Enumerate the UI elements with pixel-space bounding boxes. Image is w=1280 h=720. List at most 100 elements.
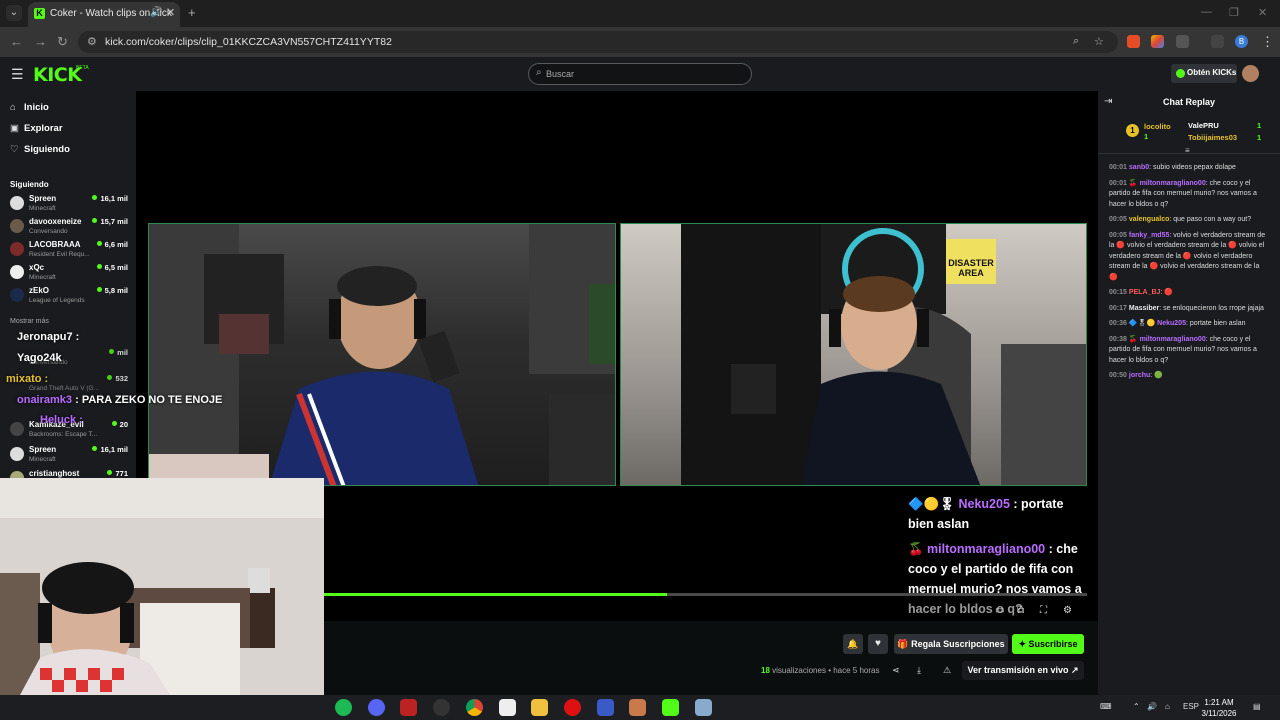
site-info-icon[interactable]: ⚙ — [87, 35, 97, 48]
app-icon[interactable] — [400, 699, 417, 716]
nav-following[interactable]: ♡ Siguiendo — [10, 144, 70, 155]
kicks-coin-icon — [1176, 69, 1185, 78]
settings-gear-icon[interactable]: ⚙ — [1063, 605, 1072, 616]
chat-username[interactable]: Neku205 — [1157, 320, 1186, 327]
get-kicks-button[interactable]: Obtén KICKs — [1171, 64, 1237, 83]
chat-username[interactable]: miltonmaragliano00 — [1140, 180, 1206, 187]
app-icon[interactable] — [629, 699, 646, 716]
fullscreen-icon[interactable]: ⛶ — [1040, 605, 1047, 616]
overlay-chat-text: hacer lo bldos o q? — [908, 602, 1023, 616]
chat-timestamp: 00:01 — [1109, 164, 1127, 171]
volume-icon[interactable]: 🔊 — [1147, 702, 1157, 711]
chat-text: : 🔴 — [1160, 289, 1174, 296]
channel-viewers: 6,5 mil — [97, 263, 128, 272]
chat-timestamp: 00:15 — [1109, 289, 1127, 296]
minimize-icon[interactable]: — — [1201, 6, 1212, 18]
followed-channel[interactable]: zEkO League of Legends 5,8 mil — [10, 286, 132, 308]
follow-heart-button[interactable]: ♥ — [868, 634, 888, 654]
close-tab-icon[interactable]: ✕ — [166, 6, 175, 19]
search-input[interactable]: ⌕ Buscar — [528, 63, 752, 85]
back-icon[interactable]: ← — [10, 34, 23, 49]
bookmark-star-icon[interactable]: ☆ — [1094, 35, 1104, 48]
extension-icon[interactable] — [1127, 35, 1140, 48]
gifter-name[interactable]: ValePRU — [1188, 121, 1219, 130]
get-kicks-label: Obtén KICKs — [1187, 68, 1237, 77]
keyboard-icon[interactable]: ⌨ — [1100, 702, 1112, 711]
chrome-icon[interactable] — [466, 699, 483, 716]
close-window-icon[interactable]: ✕ — [1258, 6, 1267, 19]
obs-icon[interactable] — [433, 699, 450, 716]
tab-search-icon[interactable]: ⌄ — [6, 5, 22, 21]
puzzle-icon[interactable] — [1176, 35, 1189, 48]
subscribe-button[interactable]: ✦ Suscribirse — [1012, 634, 1084, 654]
share-icon[interactable]: ⋖ — [892, 665, 900, 676]
system-clock[interactable]: 1:21 AM 3/11/2026 — [1197, 697, 1241, 719]
download-icon[interactable]: ⤓ — [917, 665, 921, 676]
speaker-icon[interactable]: 🔊 — [150, 7, 162, 18]
file-explorer-icon[interactable] — [531, 699, 548, 716]
gifter-name[interactable]: locolito — [1144, 122, 1171, 131]
nav-home[interactable]: ⌂ Inicio — [10, 102, 49, 113]
reading-list-icon[interactable] — [1211, 35, 1224, 48]
theater-mode-icon[interactable]: ▭ — [995, 605, 1004, 616]
chat-username[interactable]: miltonmaragliano00 — [1140, 336, 1206, 343]
hamburger-menu-icon[interactable]: ☰ — [11, 66, 24, 83]
app-icon[interactable] — [695, 699, 712, 716]
gift-subs-button[interactable]: 🎁 Regala Suscripciones — [894, 634, 1008, 654]
overlay-chat-user: Heluck : — [40, 414, 83, 426]
followed-channel[interactable]: davooxeneize Conversando 15,7 mil — [10, 217, 132, 239]
chat-username[interactable]: Massiber — [1129, 305, 1159, 312]
overlay-chat-user: miltonmaragliano00 — [927, 542, 1046, 556]
zoom-icon[interactable]: ⌕ — [1073, 35, 1079, 48]
clip-stats: 18 visualizaciones • hace 5 horas — [761, 666, 879, 675]
gifter-name[interactable]: Tobiijaimes03 — [1188, 133, 1237, 142]
url-text[interactable]: kick.com/coker/clips/clip_01KKCZCA3VN557… — [105, 36, 392, 48]
windows-taskbar: ⌨ ⌃ 🔊 ⌂ ESP 1:21 AM 3/11/2026 ▤ — [0, 695, 1280, 720]
discord-icon[interactable] — [368, 699, 385, 716]
chat-message: 00:15 PELA_BJ: 🔴 — [1109, 288, 1269, 299]
forward-icon[interactable]: → — [34, 34, 47, 49]
streamer-left-scene — [149, 224, 615, 485]
channel-viewers: 15,7 mil — [92, 217, 128, 226]
watch-live-button[interactable]: Ver transmisión en vivo ↗ — [962, 661, 1084, 680]
chat-username[interactable]: valengualco — [1129, 216, 1169, 223]
chat-username[interactable]: jorchu — [1129, 372, 1150, 379]
followed-channel[interactable]: Spreen Minecraft 16,1 mil — [10, 445, 132, 467]
followed-channel[interactable]: xQc Minecraft 6,5 mil — [10, 263, 132, 285]
network-icon[interactable]: ⌂ — [1165, 702, 1170, 711]
user-avatar[interactable] — [1242, 65, 1259, 82]
kick-logo[interactable]: KICK — [33, 64, 82, 86]
notification-bell-button[interactable]: 🔔 — [843, 634, 863, 654]
kick-app-icon[interactable] — [662, 699, 679, 716]
chat-username[interactable]: PELA_BJ — [1129, 289, 1161, 296]
channel-avatar — [10, 196, 24, 210]
followed-channel[interactable]: LACOBRAAA Resident Evil Requ... 6,6 mil — [10, 240, 132, 262]
reload-icon[interactable]: ↻ — [57, 34, 68, 50]
notification-icon[interactable]: ▤ — [1253, 702, 1261, 711]
nav-explore-label: Explorar — [24, 123, 63, 134]
menu-dots-icon[interactable]: ⋮ — [1261, 34, 1274, 50]
show-more-link[interactable]: Mostrar más — [10, 318, 49, 325]
app-icon[interactable] — [597, 699, 614, 716]
video-progress-bar[interactable] — [324, 593, 1087, 596]
url-field[interactable]: ⚙ kick.com/coker/clips/clip_01KKCZCA3VN5… — [78, 31, 1118, 53]
channel-viewers: 16,1 mil — [92, 194, 128, 203]
browser-tab[interactable]: K Coker - Watch clips on Kick 🔊 ✕ — [28, 2, 180, 27]
report-icon[interactable]: ⚠ — [943, 665, 951, 676]
opera-icon[interactable] — [564, 699, 581, 716]
new-tab-icon[interactable]: + — [188, 5, 196, 20]
profile-avatar[interactable]: B — [1235, 35, 1248, 48]
nav-explore[interactable]: ▣ Explorar — [10, 123, 63, 134]
chat-username[interactable]: sanb0 — [1129, 164, 1149, 171]
channel-avatar — [10, 422, 24, 436]
restore-icon[interactable]: ❐ — [1229, 6, 1239, 19]
subscribe-label: Suscribirse — [1028, 639, 1078, 649]
pip-icon[interactable]: ⧉ — [1017, 605, 1024, 616]
tray-chevron-icon[interactable]: ⌃ — [1133, 702, 1140, 711]
app-icon[interactable] — [499, 699, 516, 716]
chat-username[interactable]: fanky_md55 — [1129, 232, 1169, 239]
badge-icon: 🍒 — [908, 542, 928, 556]
followed-channel[interactable]: Spreen Minecraft 16,1 mil — [10, 194, 132, 216]
spotify-icon[interactable] — [335, 699, 352, 716]
extension-icon[interactable] — [1151, 35, 1164, 48]
